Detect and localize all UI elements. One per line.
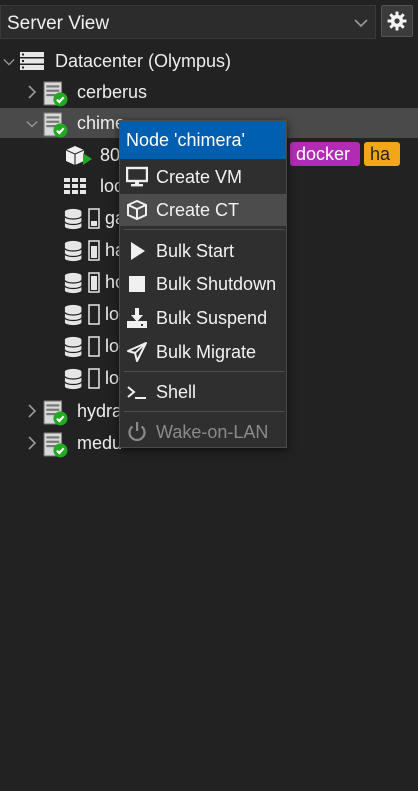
menu-item-label: Bulk Start: [156, 241, 235, 261]
node-label: medu: [77, 433, 123, 453]
menu-item-bulk-migrate[interactable]: Bulk Migrate: [120, 336, 286, 368]
download-icon: [127, 308, 147, 328]
menu-item-label: Bulk Shutdown: [156, 274, 277, 294]
menu-item-bulk-start[interactable]: Bulk Start: [120, 235, 286, 267]
storage-icon: [64, 207, 86, 231]
menu-item-create-ct[interactable]: Create CT: [120, 194, 286, 226]
cube-icon: [127, 199, 147, 221]
storage-icon: [64, 271, 86, 295]
storage-icon: [64, 303, 86, 327]
chevron-right-icon[interactable]: [26, 85, 38, 99]
chevron-down-icon: [354, 19, 368, 28]
chevron-down-icon[interactable]: [26, 117, 38, 131]
menu-item-create-vm[interactable]: Create VM: [120, 161, 286, 193]
node-label: cerberus: [77, 82, 148, 102]
settings-button[interactable]: [381, 5, 413, 37]
menu-separator: [124, 229, 284, 230]
tag-docker: docker: [290, 142, 360, 166]
storage-usage-bar: [88, 304, 100, 325]
play-icon: [131, 242, 145, 260]
node-context-menu: Node 'chimera' Create VM Create CT Bulk …: [119, 120, 287, 448]
storage-icon: [64, 239, 86, 263]
storage-icon: [64, 335, 86, 359]
power-icon: [128, 422, 146, 442]
view-selector-label: Server View: [7, 13, 110, 34]
menu-item-bulk-shutdown[interactable]: Bulk Shutdown: [120, 268, 286, 300]
menu-item-label: Wake-on-LAN: [156, 422, 269, 442]
tree-item-datacenter[interactable]: Datacenter (Olympus): [0, 46, 418, 76]
node-label: hydra: [77, 401, 123, 421]
monitor-icon: [126, 166, 148, 187]
node-online-icon: [42, 432, 68, 458]
chevron-down-icon[interactable]: [3, 55, 15, 69]
storage-icon: [64, 367, 86, 391]
storage-usage-bar: [88, 272, 100, 293]
container-running-icon: [65, 146, 92, 165]
terminal-icon: [127, 386, 146, 399]
storage-usage-bar: [88, 336, 100, 357]
storage-usage-bar: [88, 240, 100, 261]
storage-usage-bar: [88, 368, 100, 389]
gear-icon: [387, 11, 407, 31]
chevron-right-icon[interactable]: [26, 404, 38, 418]
menu-item-bulk-suspend[interactable]: Bulk Suspend: [120, 302, 286, 334]
storage-label: lo: [105, 368, 120, 388]
menu-separator: [124, 371, 284, 372]
storage-label: lo: [105, 304, 120, 324]
menu-item-label: Shell: [156, 382, 197, 402]
tag-ha: ha: [364, 142, 400, 166]
menu-item-label: Create VM: [156, 167, 243, 187]
datacenter-label: Datacenter (Olympus): [55, 51, 232, 71]
datacenter-icon: [20, 52, 44, 70]
top-bar: Server View: [0, 0, 418, 44]
menu-item-wake-on-lan[interactable]: Wake-on-LAN: [120, 416, 286, 448]
menu-item-label: Create CT: [156, 200, 240, 220]
menu-item-label: Bulk Suspend: [156, 308, 268, 328]
menu-separator: [124, 411, 284, 412]
menu-item-shell[interactable]: Shell: [120, 376, 286, 408]
paper-plane-icon: [127, 342, 147, 362]
sdn-zone-icon: [64, 178, 86, 194]
chevron-right-icon[interactable]: [26, 436, 38, 450]
stop-icon: [129, 276, 145, 292]
node-online-icon: [42, 400, 68, 426]
context-menu-title: Node 'chimera': [120, 121, 286, 159]
node-online-icon: [42, 81, 68, 107]
container-label: 80: [100, 145, 121, 165]
menu-item-label: Bulk Migrate: [156, 342, 257, 362]
node-online-icon: [42, 112, 68, 138]
storage-label: lo: [105, 336, 120, 356]
tree-item-node-cerberus[interactable]: cerberus: [0, 77, 418, 107]
node-label: chime: [77, 113, 126, 133]
storage-usage-bar: [88, 208, 100, 229]
view-selector[interactable]: Server View: [0, 5, 376, 39]
